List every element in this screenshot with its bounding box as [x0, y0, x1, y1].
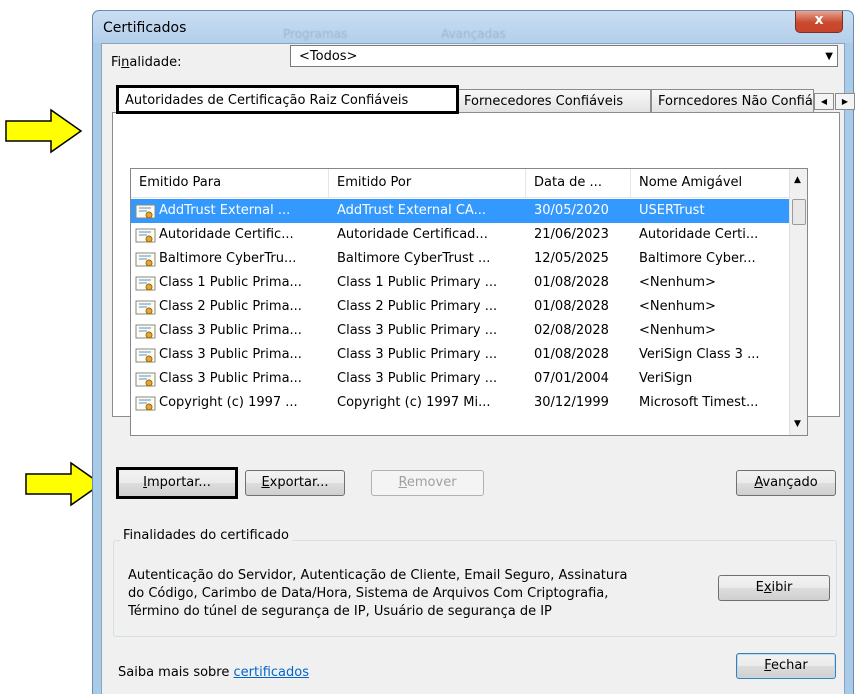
chevron-down-icon: ▼: [825, 51, 833, 62]
cell-issued-to: Class 2 Public Prima...: [159, 299, 302, 314]
table-row[interactable]: Baltimore CyberTru... Baltimore CyberTrus…: [131, 247, 792, 271]
list-header: Emitido Para Emitido Por Data de ... Nom…: [131, 169, 792, 198]
cell-expiration-date: 21/06/2023: [534, 227, 609, 242]
table-row[interactable]: Copyright (c) 1997 ... Copyright (c) 1997…: [131, 391, 792, 415]
column-header-friendly-name[interactable]: Nome Amigável: [631, 169, 792, 197]
certificates-help-link[interactable]: certificados: [234, 665, 309, 680]
cell-expiration-date: 12/05/2025: [534, 251, 609, 266]
table-row[interactable]: Autoridade Certific... Autoridade Certifi…: [131, 223, 792, 247]
certificate-list[interactable]: Emitido Para Emitido Por Data de ... Nom…: [130, 168, 808, 436]
cell-issued-to: Copyright (c) 1997 ...: [159, 395, 298, 410]
annotation-arrow-tabs: [5, 108, 83, 154]
scroll-down-icon[interactable]: ▼: [794, 419, 801, 429]
tab-trusted-root-authorities[interactable]: Autoridades de Certificação Raiz Confiáv…: [116, 85, 459, 114]
tab-strip: Autoridades de Certificação Raiz Confiáv…: [112, 85, 855, 114]
tab-trusted-publishers[interactable]: Fornecedores Confiáveis: [457, 89, 651, 112]
advanced-button[interactable]: Avançado: [736, 470, 836, 496]
cell-issued-by: Class 3 Public Primary ...: [337, 323, 498, 338]
cell-issued-to: Baltimore CyberTru...: [159, 251, 297, 266]
certificate-icon: [135, 396, 156, 411]
table-row[interactable]: Class 3 Public Prima... Class 3 Public Pr…: [131, 319, 792, 343]
cell-friendly-name: <Nenhum>: [639, 299, 716, 314]
cell-friendly-name: <Nenhum>: [639, 323, 716, 338]
tab-scroll-left-icon[interactable]: ◀: [814, 93, 834, 110]
scrollbar-thumb[interactable]: [792, 199, 806, 225]
list-scrollbar[interactable]: ▲ ▼: [789, 169, 807, 435]
cell-expiration-date: 07/01/2004: [534, 371, 609, 386]
cell-issued-to: Autoridade Certific...: [159, 227, 294, 242]
cell-issued-to: AddTrust External ...: [159, 203, 291, 218]
certificate-icon: [135, 348, 156, 363]
certificate-icon: [135, 204, 156, 219]
table-row[interactable]: Class 3 Public Prima... Class 3 Public Pr…: [131, 367, 792, 391]
table-row[interactable]: Class 2 Public Prima... Class 2 Public Pr…: [131, 295, 792, 319]
cell-issued-to: Class 3 Public Prima...: [159, 371, 302, 386]
cell-friendly-name: Baltimore Cyber...: [639, 251, 756, 266]
cell-issued-by: Class 3 Public Primary ...: [337, 347, 498, 362]
certificate-icon: [135, 228, 156, 243]
cell-issued-by: Baltimore CyberTrust ...: [337, 251, 491, 266]
cell-friendly-name: VeriSign: [639, 371, 693, 386]
export-button[interactable]: Exportar...: [245, 470, 345, 496]
scroll-up-icon[interactable]: ▲: [794, 175, 801, 185]
cell-friendly-name: Microsoft Timest...: [639, 395, 759, 410]
learn-more-text: Saiba mais sobre certificados: [118, 665, 309, 680]
cell-issued-to: Class 1 Public Prima...: [159, 275, 302, 290]
cell-expiration-date: 01/08/2028: [534, 299, 609, 314]
table-row[interactable]: Class 3 Public Prima... Class 3 Public Pr…: [131, 343, 792, 367]
cell-issued-by: Copyright (c) 1997 Mi...: [337, 395, 491, 410]
column-header-expiration-date[interactable]: Data de ...: [526, 169, 631, 197]
cell-expiration-date: 30/12/1999: [534, 395, 609, 410]
tab-scroll-controls: ◀ ▶: [814, 93, 858, 110]
certificate-purposes-title: Finalidades do certificado: [120, 528, 292, 543]
certificate-icon: [135, 324, 156, 339]
cell-issued-to: Class 3 Public Prima...: [159, 323, 302, 338]
cell-issued-by: Class 2 Public Primary ...: [337, 299, 498, 314]
tab-scroll-right-icon[interactable]: ▶: [835, 93, 855, 110]
purpose-selected-value: <Todos>: [299, 49, 358, 64]
certificate-icon: [135, 372, 156, 387]
cell-issued-by: Class 1 Public Primary ...: [337, 275, 498, 290]
purpose-dropdown[interactable]: <Todos> ▼: [290, 45, 838, 67]
table-row[interactable]: AddTrust External ... AddTrust External C…: [131, 199, 792, 223]
certificate-icon: [135, 276, 156, 291]
cell-issued-by: Class 3 Public Primary ...: [337, 371, 498, 386]
cell-friendly-name: VeriSign Class 3 ...: [639, 347, 760, 362]
cell-friendly-name: <Nenhum>: [639, 275, 716, 290]
remove-button[interactable]: Remover: [371, 470, 484, 496]
cell-issued-by: Autoridade Certificad...: [337, 227, 488, 242]
cell-friendly-name: USERTrust: [639, 203, 705, 218]
dialog-content-layer: Finalidade: <Todos> ▼ Autoridades de Cer…: [92, 10, 855, 693]
cell-expiration-date: 01/08/2028: [534, 347, 609, 362]
purpose-label: Finalidade:: [111, 55, 182, 70]
certificate-icon: [135, 300, 156, 315]
column-header-issued-by[interactable]: Emitido Por: [329, 169, 526, 197]
view-button[interactable]: Exibir: [718, 575, 830, 601]
cell-expiration-date: 30/05/2020: [534, 203, 609, 218]
tab-untrusted-publishers[interactable]: Forncedores Não Confiáveis: [651, 89, 814, 112]
certificate-icon: [135, 252, 156, 267]
table-row[interactable]: Class 1 Public Prima... Class 1 Public Pr…: [131, 271, 792, 295]
cell-friendly-name: Autoridade Certi...: [639, 227, 759, 242]
column-header-issued-to[interactable]: Emitido Para: [131, 169, 329, 197]
close-button[interactable]: Fechar: [736, 653, 836, 679]
cell-expiration-date: 01/08/2028: [534, 275, 609, 290]
cell-issued-by: AddTrust External CA...: [337, 203, 486, 218]
cell-issued-to: Class 3 Public Prima...: [159, 347, 302, 362]
import-button[interactable]: Importar...: [116, 467, 238, 499]
certificate-purposes-description: Autenticação do Servidor, Autenticação d…: [128, 568, 628, 619]
cell-expiration-date: 02/08/2028: [534, 323, 609, 338]
